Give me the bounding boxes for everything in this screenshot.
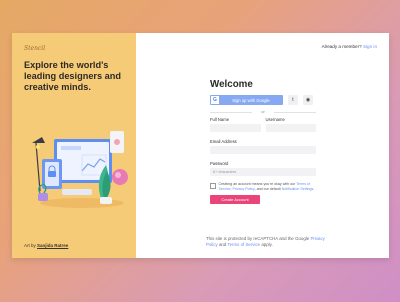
username-input[interactable] (265, 124, 316, 132)
workspace-illustration (32, 131, 128, 208)
left-panel: Stencil Explore the world's leading desi… (12, 33, 136, 258)
headline: Explore the world's leading designers an… (24, 60, 122, 92)
recaptcha-and: and (218, 241, 227, 247)
art-credit: Art by Sanjida Ratree (24, 243, 68, 248)
privacy-policy-link[interactable]: Privacy Policy (232, 187, 254, 191)
logo: Stencil (24, 45, 46, 52)
member-prompt: Already a member? Sign in (322, 44, 377, 49)
google-signup-button[interactable]: G Sign up with Google (210, 95, 283, 105)
art-credit-prefix: Art by (24, 243, 36, 248)
create-account-button[interactable]: Create Account (210, 195, 260, 205)
github-icon: ◉ (305, 97, 311, 103)
terms-text-1: Creating an account means you're okay wi… (218, 182, 296, 186)
recaptcha-tos-link[interactable]: Terms of Service (227, 242, 260, 247)
recaptcha-apply: apply. (261, 241, 273, 247)
google-button-label: Sign up with Google (232, 97, 270, 103)
full-name-input[interactable] (210, 124, 261, 132)
github-button[interactable]: ◉ (303, 95, 313, 105)
password-label: Password (210, 161, 229, 166)
password-placeholder: 6+ characters (213, 170, 237, 174)
username-label: Username (265, 117, 285, 122)
twitter-icon: t (292, 97, 294, 103)
username-group: Username (265, 117, 316, 132)
recaptcha-text: This site is protected by reCAPTCHA and … (206, 236, 310, 241)
full-name-label: Full Name (210, 117, 230, 122)
signup-form: Welcome G Sign up with Google t ◉ or Ful… (210, 79, 316, 205)
notification-settings-link[interactable]: Notification Settings (282, 187, 314, 191)
name-row: Full Name Username (210, 117, 316, 132)
password-group: Password 6+ characters (210, 161, 316, 176)
email-label: Email Address (210, 139, 237, 144)
terms-row: Creating an account means you're okay wi… (210, 182, 316, 191)
artist-link[interactable]: Sanjida Ratree (37, 243, 68, 248)
right-panel: Already a member? Sign in Welcome G Sign… (136, 33, 389, 258)
recaptcha-notice: This site is protected by reCAPTCHA and … (206, 236, 326, 247)
form-title: Welcome (210, 79, 253, 90)
terms-text: Creating an account means you're okay wi… (219, 182, 317, 191)
signin-link[interactable]: Sign in (363, 44, 377, 49)
member-text: Already a member? (321, 44, 362, 49)
signup-card: Stencil Explore the world's leading desi… (12, 33, 389, 258)
or-divider: or (210, 109, 316, 114)
password-input[interactable]: 6+ characters (210, 168, 316, 176)
full-name-group: Full Name (210, 117, 261, 132)
terms-period: . (313, 186, 315, 191)
email-group: Email Address (210, 139, 316, 154)
email-input[interactable] (210, 146, 316, 154)
social-buttons: G Sign up with Google t ◉ (210, 95, 316, 105)
google-icon: G (211, 96, 219, 104)
terms-text-2: , and our default (254, 186, 281, 191)
terms-checkbox[interactable] (210, 183, 216, 189)
twitter-button[interactable]: t (288, 95, 298, 105)
